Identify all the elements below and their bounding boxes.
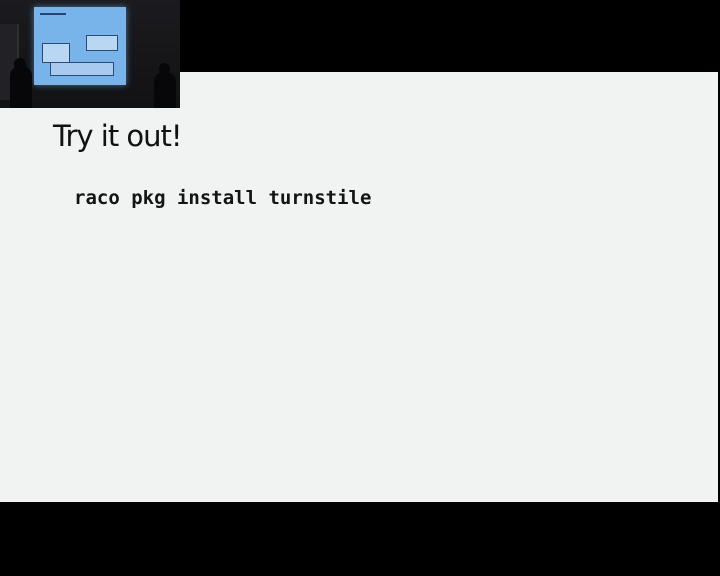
slide-title: Try it out! [53,119,183,153]
projected-diagram-box [50,62,114,76]
presenter-head [14,58,26,70]
video-frame: Try it out! raco pkg install turnstile [0,0,720,576]
projected-diagram-box [86,35,118,51]
projected-slide-heading [40,13,66,15]
projector-screen-image [34,7,126,85]
presenter-camera-inset [0,0,180,108]
presentation-slide: Try it out! raco pkg install turnstile [0,72,718,502]
projected-diagram-box [42,43,70,63]
presenter-silhouette [10,66,32,108]
presenter-silhouette [154,72,176,108]
install-command: raco pkg install turnstile [74,187,372,209]
presenter-head [159,63,170,75]
